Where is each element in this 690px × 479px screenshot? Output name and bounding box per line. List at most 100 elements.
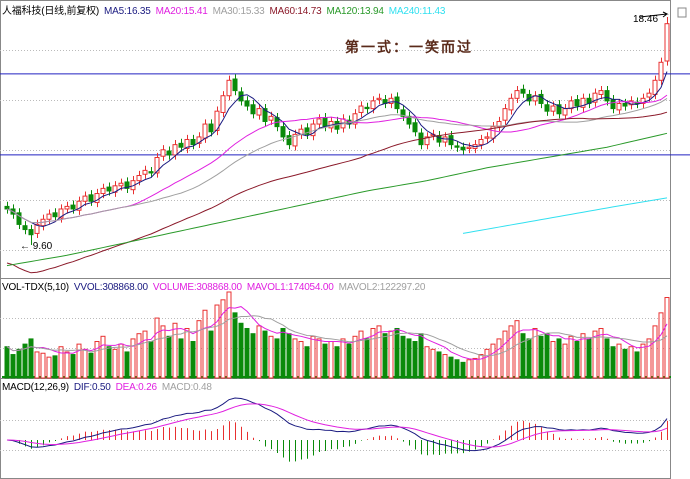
candle-body xyxy=(376,97,382,101)
volume-bar xyxy=(418,333,424,379)
volume-bar xyxy=(280,327,286,379)
volume-bar xyxy=(100,335,106,379)
volume-bar xyxy=(562,343,568,379)
volume-bar xyxy=(232,312,238,379)
ma20-line xyxy=(6,94,668,224)
volume-bar xyxy=(448,356,454,379)
volume-bar xyxy=(304,346,310,379)
volume-bar xyxy=(388,330,394,379)
volume-bar xyxy=(250,333,256,379)
dif-value: DIF:0.50 xyxy=(73,382,111,393)
candle-body xyxy=(160,149,166,157)
candle-body xyxy=(106,186,112,192)
volume-bar xyxy=(124,351,130,379)
ma5-line xyxy=(6,71,668,227)
volume-header: VOL-TDX(5,10) VVOL:308868.00 VOLUME:308868… xyxy=(2,282,430,293)
candle-body xyxy=(664,23,670,62)
volume-bar xyxy=(76,343,82,379)
ma120-value: MA120:13.94 xyxy=(326,6,384,17)
candle-body xyxy=(64,205,70,210)
volume-bar xyxy=(52,355,58,379)
volume-bar xyxy=(226,291,232,379)
candle-body xyxy=(652,79,658,95)
volume-bar xyxy=(394,327,400,379)
dea-value: DEA:0.26 xyxy=(115,382,157,393)
volume-bar xyxy=(604,338,610,379)
volume-bar xyxy=(628,346,634,379)
volume-bar xyxy=(520,333,526,379)
candle-body xyxy=(598,90,604,95)
volume-bar xyxy=(208,330,214,379)
candle-body xyxy=(166,150,172,156)
volume-bar xyxy=(460,361,466,379)
volume-bar xyxy=(298,341,304,379)
volume-bar xyxy=(196,320,202,379)
volume-bar xyxy=(430,348,436,379)
ma20-value: MA20:15.41 xyxy=(155,6,208,17)
volume-bar xyxy=(322,343,328,379)
stock-chart: 人福科技(日线,前复权) MA5:16.35 MA20:15.41 MA30:15.3… xyxy=(0,0,690,479)
candle-body xyxy=(190,138,196,146)
candle-body xyxy=(550,105,556,112)
volume-bar xyxy=(244,327,250,379)
candle-body xyxy=(100,187,106,195)
volume-bar xyxy=(586,338,592,379)
candle-body xyxy=(280,126,286,138)
volume-bar xyxy=(88,352,94,379)
mavol1-value: MAVOL1:174054.00 xyxy=(246,282,334,293)
candle-body xyxy=(370,100,376,110)
vol-indicator-name: VOL-TDX(5,10) xyxy=(2,282,69,293)
volume-bar xyxy=(160,325,166,379)
volume-bar xyxy=(40,352,46,379)
volume-bar xyxy=(580,333,586,379)
candle-body xyxy=(502,108,508,121)
volume-bar xyxy=(544,333,550,379)
volume-bar xyxy=(382,333,388,379)
volume-bar xyxy=(292,338,298,379)
volume-bar xyxy=(652,325,658,379)
candle-body xyxy=(514,90,520,99)
volume-bar xyxy=(184,327,190,379)
candle-body xyxy=(358,105,364,113)
candle-body xyxy=(250,104,256,115)
volume-bar xyxy=(286,333,292,379)
volume-bar xyxy=(136,333,142,379)
candle-body xyxy=(4,205,10,210)
volume-bar xyxy=(58,346,64,379)
candle-body xyxy=(28,229,34,236)
volume-bar xyxy=(10,354,16,379)
volume-bar xyxy=(616,343,622,379)
ma240-value: MA240:11.43 xyxy=(388,6,446,17)
volume-bar xyxy=(400,335,406,379)
candle-body xyxy=(286,135,292,146)
volume-bar xyxy=(622,348,628,379)
candle-body xyxy=(364,106,370,110)
candle-body xyxy=(316,118,322,125)
candle-body xyxy=(466,146,472,149)
ma30-value: MA30:15.33 xyxy=(212,6,265,17)
volume-bar xyxy=(28,338,34,379)
volume-bar xyxy=(466,359,472,379)
volume-bar xyxy=(172,322,178,379)
candle-body xyxy=(46,213,52,220)
volume-bar xyxy=(262,330,268,379)
candle-body xyxy=(604,90,610,102)
volume-bar xyxy=(328,341,334,379)
candle-body xyxy=(454,145,460,148)
candle-body xyxy=(82,195,88,202)
volume-bar xyxy=(412,341,418,379)
volume-bar xyxy=(268,335,274,379)
low-price-label: ← 9.60 xyxy=(20,241,53,252)
candle-body xyxy=(208,123,214,133)
volume-bar xyxy=(46,356,52,379)
candle-body xyxy=(508,97,514,111)
stock-name: 人福科技(日线,前复权) xyxy=(2,6,100,17)
volume-bar xyxy=(514,320,520,379)
candle-body xyxy=(412,122,418,133)
volume-bar xyxy=(508,325,514,379)
volume-bar xyxy=(112,348,118,379)
volume-bar xyxy=(538,335,544,379)
volume-bar xyxy=(142,330,148,379)
volume-bar xyxy=(664,297,670,379)
candle-body xyxy=(244,100,250,107)
